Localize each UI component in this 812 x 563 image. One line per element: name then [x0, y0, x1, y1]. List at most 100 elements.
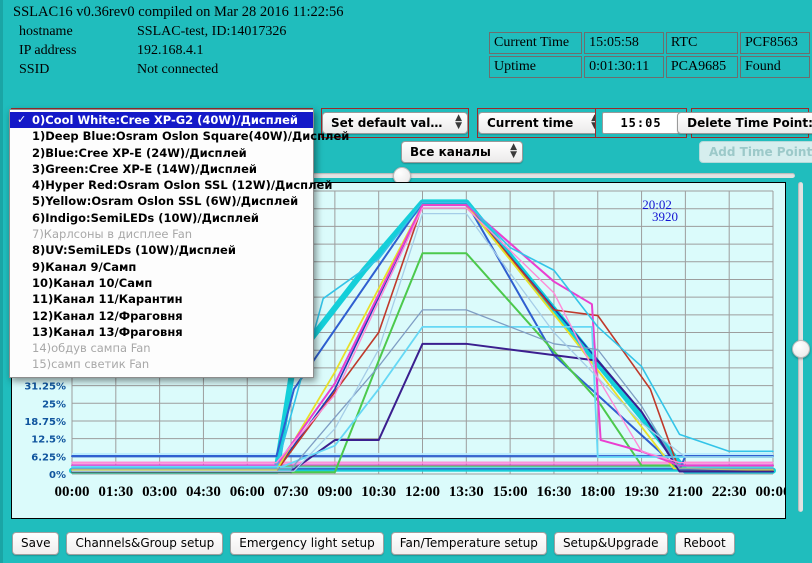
info-value-ssid: Not connected	[137, 62, 219, 77]
channels-group-setup-button[interactable]: Channels&Group setup	[66, 532, 224, 555]
time-mode-select-label: Current time	[487, 116, 574, 130]
chart-x-tick-10: 15:00	[493, 484, 528, 500]
channel-option-label: 14)обдув сампа Fan	[32, 341, 151, 356]
time-input[interactable]: 15:05	[602, 112, 680, 134]
delete-time-point-button[interactable]: Delete Time Point:	[677, 112, 812, 134]
chart-x-tick-14: 21:00	[668, 484, 703, 500]
chart-x-tick-11: 16:30	[536, 484, 571, 500]
delete-time-point-group: Delete Time Point:	[677, 108, 812, 138]
check-icon: ✓	[17, 113, 27, 126]
chart-y-tick-1: 6.25%	[31, 452, 66, 463]
channel-option-9[interactable]: 9)Канал 9/Самп	[10, 259, 313, 275]
chart-x-tick-0: 00:00	[55, 484, 90, 500]
chart-x-tick-6: 09:00	[317, 484, 352, 500]
channel-option-label: 3)Green:Cree XP-E (14W)/Дисплей	[32, 161, 257, 176]
status-label-rtc: RTC	[665, 32, 738, 54]
channel-option-label: 0)Cool White:Cree XP-G2 (40W)/Дисплей	[32, 113, 298, 127]
chart-x-tick-4: 06:00	[230, 484, 265, 500]
channel-option-13[interactable]: 13)Канал 13/Фраговня	[10, 324, 313, 340]
channel-option-10[interactable]: 10)Канал 10/Самп	[10, 275, 313, 291]
fan-temperature-setup-button[interactable]: Fan/Temperature setup	[390, 532, 547, 555]
channel-option-label: 8)UV:SemiLEDs (10W)/Дисплей	[32, 243, 236, 258]
time-mode-group: Current time ▲▼	[477, 108, 605, 138]
add-time-point-button[interactable]: Add Time Point:	[699, 141, 812, 163]
info-label-ip: IP address	[19, 43, 77, 58]
channel-option-label: 1)Deep Blue:Osram Oslon Square(40W)/Дисп…	[32, 129, 350, 144]
chart-annotation-value: 3920	[652, 209, 678, 224]
chart-x-tick-5: 07:30	[274, 484, 309, 500]
chevron-updown-icon: ▲▼	[510, 142, 517, 160]
channel-option-12[interactable]: 12)Канал 12/Фраговня	[10, 308, 313, 324]
channel-option-2[interactable]: 2)Blue:Cree XP-E (24W)/Дисплей	[10, 145, 313, 161]
channel-option-label: 5)Yellow:Osram Oslon SSL (6W)/Дисплей	[32, 194, 299, 209]
status-value-uptime: 0:01:30:11	[584, 56, 664, 78]
chart-y-tick-4: 25%	[42, 399, 66, 410]
channel-option-label: 7)Карлсоны в дисплее Fan	[32, 227, 193, 242]
chart-x-tick-16: 00:00	[756, 484, 786, 500]
channel-option-label: 15)самп светик Fan	[32, 357, 150, 372]
chart-y-tick-2: 12.5%	[31, 435, 66, 446]
chart-x-tick-13: 19:30	[624, 484, 659, 500]
chart-x-tick-3: 04:30	[186, 484, 221, 500]
time-mode-select[interactable]: Current time ▲▼	[478, 112, 604, 134]
all-channels-select-label: Все каналы	[410, 145, 491, 159]
status-label-pca9685: PCA9685	[665, 56, 738, 78]
channel-option-label: 2)Blue:Cree XP-E (24W)/Дисплей	[32, 145, 247, 160]
channel-option-label: 12)Канал 12/Фраговня	[32, 308, 183, 323]
channel-option-label: 11)Канал 11/Карантин	[32, 292, 183, 307]
channel-option-label: 4)Hyper Red:Osram Oslon SSL (12W)/Диспле…	[32, 178, 333, 193]
channel-option-15[interactable]: 15)самп светик Fan	[10, 356, 313, 372]
vertical-slider-thumb[interactable]	[792, 340, 810, 359]
channel-option-0[interactable]: ✓ 0)Cool White:Cree XP-G2 (40W)/Дисплей	[10, 112, 313, 129]
bottom-button-bar: Save Channels&Group setup Emergency ligh…	[12, 532, 735, 555]
channel-option-label: 13)Канал 13/Фраговня	[32, 324, 183, 339]
chart-y-tick-3: 18.75%	[24, 417, 66, 428]
info-label-hostname: hostname	[19, 24, 73, 39]
info-value-ip: 192.168.4.1	[137, 43, 204, 58]
info-row-hostname: hostname SSLAC-test, ID:14017326	[13, 24, 286, 43]
channel-option-7[interactable]: 7)Карлсоны в дисплее Fan	[10, 226, 313, 242]
chevron-updown-icon: ▲▼	[455, 113, 462, 131]
chart-x-tick-8: 12:00	[405, 484, 440, 500]
setup-upgrade-button[interactable]: Setup&Upgrade	[553, 532, 668, 555]
reboot-button[interactable]: Reboot	[674, 532, 735, 555]
channel-option-1[interactable]: 1)Deep Blue:Osram Oslon Square(40W)/Дисп…	[10, 128, 349, 144]
status-row-uptime: Uptime 0:01:30:11 PCA9685 Found	[489, 56, 810, 78]
channel-option-4[interactable]: 4)Hyper Red:Osram Oslon SSL (12W)/Диспле…	[10, 177, 332, 193]
save-button[interactable]: Save	[12, 532, 60, 555]
device-info-panel: SSLAC16 v0.36rev0 compiled on Mar 28 201…	[13, 4, 483, 81]
chart-x-tick-2: 03:00	[142, 484, 177, 500]
time-field-group: 15:05	[595, 108, 687, 138]
app-window: SSLAC16 v0.36rev0 compiled on Mar 28 201…	[0, 0, 812, 563]
emergency-light-setup-button[interactable]: Emergency light setup	[230, 532, 384, 555]
all-channels-select[interactable]: Все каналы ▲ ▼	[401, 141, 523, 163]
channel-option-14[interactable]: 14)обдув сампа Fan	[10, 340, 313, 356]
channel-dropdown-list[interactable]: ✓ 0)Cool White:Cree XP-G2 (40W)/Дисплей 1)…	[9, 109, 349, 378]
status-value-current-time: 15:05:58	[584, 32, 664, 54]
status-label-current-time: Current Time	[489, 32, 583, 54]
status-row-time: Current Time 15:05:58 RTC PCF8563	[489, 32, 810, 54]
status-value-rtc: PCF8563	[740, 32, 810, 54]
channel-option-label: 6)Indigo:SemiLEDs (10W)/Дисплей	[32, 210, 259, 225]
channel-option-3[interactable]: 3)Green:Cree XP-E (14W)/Дисплей	[10, 161, 313, 177]
status-label-uptime: Uptime	[489, 56, 583, 78]
vertical-value-slider[interactable]	[792, 182, 810, 512]
status-value-pca9685: Found	[740, 56, 810, 78]
firmware-version-text: SSLAC16 v0.36rev0 compiled on Mar 28 201…	[13, 4, 344, 20]
chart-x-tick-7: 10:30	[361, 484, 396, 500]
chart-y-tick-5: 31.25%	[24, 382, 66, 393]
chart-x-tick-12: 18:00	[580, 484, 615, 500]
channel-option-label: 9)Канал 9/Самп	[32, 259, 137, 274]
info-row-ssid: SSID Not connected	[13, 62, 286, 81]
channel-option-6[interactable]: 6)Indigo:SemiLEDs (10W)/Дисплей	[10, 210, 313, 226]
channel-option-5[interactable]: 5)Yellow:Osram Oslon SSL (6W)/Дисплей	[10, 193, 313, 209]
channel-option-11[interactable]: 11)Канал 11/Карантин	[10, 291, 313, 307]
info-value-hostname: SSLAC-test, ID:14017326	[137, 24, 287, 39]
channel-option-8[interactable]: 8)UV:SemiLEDs (10W)/Дисплей	[10, 242, 313, 258]
chart-x-tick-9: 13:30	[449, 484, 484, 500]
info-label-ssid: SSID	[19, 62, 50, 77]
default-value-select-label: Set default value:	[331, 116, 452, 130]
chart-x-tick-15: 22:30	[712, 484, 747, 500]
chart-x-tick-1: 01:30	[98, 484, 133, 500]
status-table: Current Time 15:05:58 RTC PCF8563 Uptime…	[487, 30, 812, 80]
